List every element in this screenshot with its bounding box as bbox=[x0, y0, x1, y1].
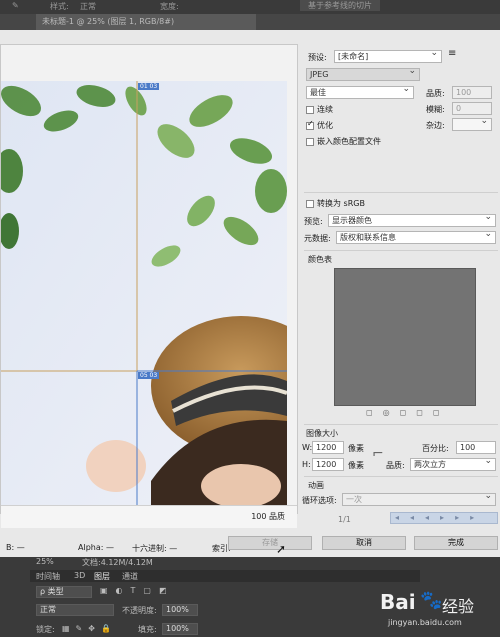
b-readout: B: — bbox=[6, 543, 25, 552]
paw-icon: 🐾 bbox=[420, 590, 443, 611]
baidu-watermark: Bai 🐾 经验 jingyan.baidu.com bbox=[380, 590, 498, 634]
divider bbox=[304, 192, 498, 193]
fill-input[interactable]: 100% bbox=[162, 623, 198, 635]
fill-label: 填充: bbox=[138, 625, 157, 634]
cancel-button[interactable]: 取消 bbox=[322, 536, 406, 550]
preview-quality-info: 100 品质 bbox=[251, 512, 285, 521]
divider bbox=[304, 476, 498, 477]
resample-quality-label: 品质: bbox=[386, 461, 405, 470]
loop-select[interactable]: 一次 bbox=[342, 493, 496, 506]
optimized-checkbox[interactable] bbox=[306, 119, 314, 130]
progressive-label: 连续 bbox=[317, 105, 333, 114]
slice-label-2: 05 03 bbox=[138, 372, 160, 379]
slice-label-1: 01 03 bbox=[138, 83, 160, 90]
blend-mode-select[interactable]: 正常 bbox=[36, 604, 114, 616]
format-select[interactable]: JPEG bbox=[306, 68, 420, 81]
metadata-label: 元数据: bbox=[304, 234, 331, 243]
width-label: 宽度: bbox=[160, 2, 179, 11]
blur-label: 模糊: bbox=[426, 105, 445, 114]
h-label: H: bbox=[302, 460, 311, 469]
style-label: 样式: bbox=[50, 2, 69, 11]
quality-preset-select[interactable]: 最佳 bbox=[306, 86, 414, 99]
tab-channels[interactable]: 通道 bbox=[122, 571, 138, 582]
w-label: W: bbox=[302, 443, 313, 452]
progressive-checkbox[interactable] bbox=[306, 106, 314, 114]
layer-filter-icons[interactable]: ▣◐T▢◩ bbox=[100, 586, 175, 595]
preview-footer: 100 品质 bbox=[1, 505, 297, 528]
convert-srgb-label: 转换为 sRGB bbox=[317, 199, 365, 208]
zoom-level: 25% bbox=[36, 557, 54, 566]
optimized-label: 优化 bbox=[317, 121, 333, 130]
document-info: 文档:4.12M/4.12M bbox=[82, 558, 153, 567]
divider bbox=[304, 250, 498, 251]
metadata-select[interactable]: 版权和联系信息 bbox=[336, 231, 496, 244]
save-for-web-dialog: 01 03 05 03 100 品质 B: — Alpha: — 十六进制: —… bbox=[0, 30, 500, 557]
embed-profile-label: 嵌入颜色配置文件 bbox=[317, 137, 381, 146]
done-button[interactable]: 完成 bbox=[414, 536, 498, 550]
mouse-cursor-icon: ➚ bbox=[276, 542, 287, 556]
height-input[interactable]: 1200 bbox=[312, 458, 344, 471]
document-tab[interactable]: 未标题-1 @ 25% (图层 1, RGB/8#) bbox=[36, 14, 256, 30]
percent-label: 百分比: bbox=[422, 444, 449, 453]
preset-select[interactable]: [未命名] bbox=[334, 50, 442, 63]
slices-from-guides-button[interactable]: 基于参考线的切片 bbox=[300, 0, 380, 11]
image-size-title: 图像大小 bbox=[306, 429, 338, 438]
height-unit: 像素 bbox=[348, 461, 364, 470]
resample-quality-select[interactable]: 两次立方 bbox=[410, 458, 496, 471]
save-button[interactable]: 存储 bbox=[228, 536, 312, 550]
opacity-input[interactable]: 100% bbox=[162, 604, 198, 616]
watermark-suffix: 经验 bbox=[442, 597, 475, 616]
settings-menu-icon[interactable]: ≡ bbox=[448, 48, 456, 59]
animation-title: 动画 bbox=[308, 481, 324, 490]
style-value[interactable]: 正常 bbox=[80, 1, 96, 12]
color-table-title: 颜色表 bbox=[308, 255, 332, 264]
link-chain-icon[interactable]: ⌐ bbox=[372, 446, 384, 462]
embed-profile-checkbox[interactable] bbox=[306, 138, 314, 146]
settings-panel: 预设: [未命名] ≡ JPEG 最佳 品质: 100 连续 模糊: 0 优化 … bbox=[300, 44, 500, 524]
quality-label: 品质: bbox=[426, 89, 445, 98]
matte-select[interactable] bbox=[452, 118, 492, 131]
matte-label: 杂边: bbox=[426, 121, 445, 130]
panel-tab-bar: 时间轴 3D 图层 通道 bbox=[30, 570, 420, 582]
loop-label: 循环选项: bbox=[302, 496, 337, 505]
color-table-swatch-area bbox=[334, 268, 476, 406]
width-unit: 像素 bbox=[348, 444, 364, 453]
lock-icons[interactable]: ▦✎✥🔒 bbox=[62, 624, 117, 633]
animation-controls[interactable]: ◂◂◂▸▸▸ bbox=[390, 512, 498, 524]
preview-frame: 01 03 05 03 100 品质 bbox=[0, 44, 298, 528]
preview-select[interactable]: 显示器颜色 bbox=[328, 214, 496, 227]
tab-timeline[interactable]: 时间轴 bbox=[36, 571, 60, 582]
tab-layers[interactable]: 图层 bbox=[94, 571, 110, 582]
quality-input[interactable]: 100 bbox=[452, 86, 492, 99]
percent-input[interactable]: 100 bbox=[456, 441, 496, 454]
alpha-readout: Alpha: — bbox=[78, 543, 114, 552]
preset-label: 预设: bbox=[308, 53, 327, 62]
blur-input[interactable]: 0 bbox=[452, 102, 492, 115]
marquee-tool-icon[interactable]: ✎ bbox=[12, 1, 19, 10]
opacity-label: 不透明度: bbox=[122, 606, 157, 615]
width-input[interactable]: 1200 bbox=[312, 441, 344, 454]
frame-counter: 1/1 bbox=[338, 515, 351, 524]
layer-kind-filter[interactable]: ρ 类型 bbox=[36, 586, 92, 598]
lock-label: 锁定: bbox=[36, 625, 55, 634]
tab-3d[interactable]: 3D bbox=[74, 571, 85, 580]
divider bbox=[304, 424, 498, 425]
color-table-toolbar[interactable]: ◻◎◻◻◻ bbox=[366, 408, 476, 418]
preview-image: 01 03 05 03 bbox=[1, 81, 287, 505]
watermark-brand: Bai bbox=[380, 590, 416, 614]
preview-label: 预览: bbox=[304, 217, 323, 226]
watermark-url: jingyan.baidu.com bbox=[388, 618, 462, 627]
convert-srgb-checkbox[interactable] bbox=[306, 200, 314, 208]
photo-illustration bbox=[1, 81, 287, 505]
hex-readout: 十六进制: — bbox=[132, 544, 178, 553]
